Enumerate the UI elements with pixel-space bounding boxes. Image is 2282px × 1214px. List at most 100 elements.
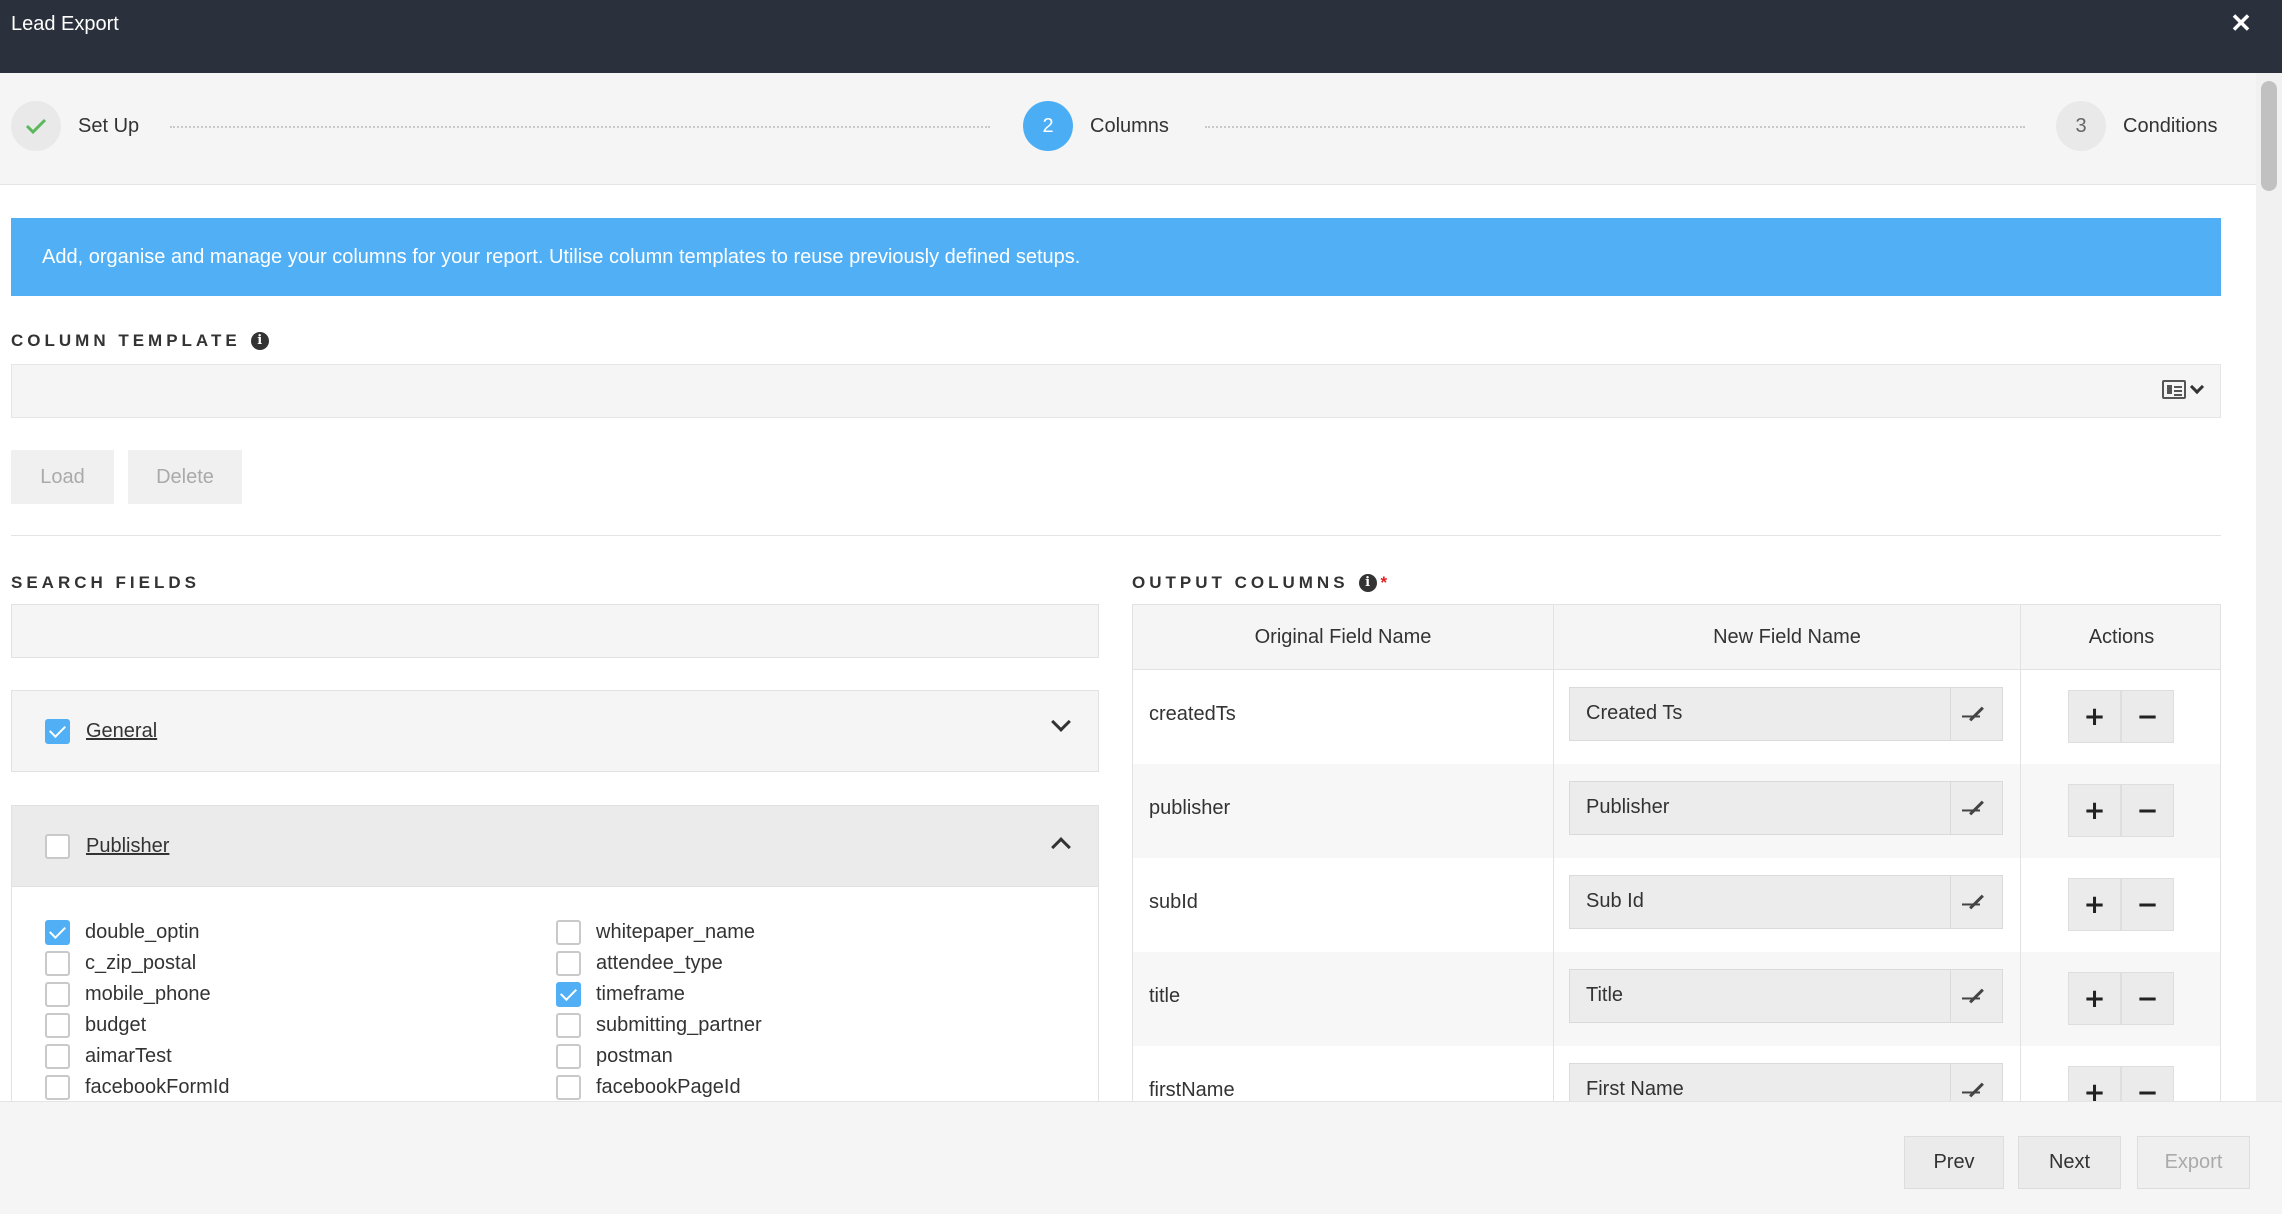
load-button[interactable]: Load [11,450,114,504]
export-button[interactable]: Export [2137,1136,2250,1189]
list-icon [2162,380,2186,399]
column-template-select[interactable] [11,364,2221,418]
info-icon[interactable]: i [1358,574,1377,592]
group-label[interactable]: General [86,720,157,743]
original-field-name: firstName [1149,1079,1235,1101]
row-actions: + − [2068,972,2174,1025]
chevron-up-icon[interactable] [1051,837,1071,857]
new-field-name-input[interactable]: Created Ts [1569,687,2003,741]
step-setup[interactable]: Set Up [11,101,139,151]
pencil-icon [1969,706,1984,722]
edit-button[interactable] [1950,970,2002,1022]
field-item[interactable]: mobile_phone [45,981,211,1007]
edit-button[interactable] [1950,1064,2002,1101]
add-row-button[interactable]: + [2068,972,2121,1025]
field-item[interactable]: double_optin [45,919,200,945]
field-checkbox[interactable] [45,981,70,1007]
edit-button[interactable] [1950,688,2002,740]
next-button[interactable]: Next [2018,1136,2121,1189]
edit-button[interactable] [1950,876,2002,928]
field-group-publisher[interactable]: Publisher [11,805,1099,887]
scrollbar-thumb[interactable] [2261,81,2277,191]
remove-row-button[interactable]: − [2121,878,2174,931]
remove-row-button[interactable]: − [2121,690,2174,743]
prev-button[interactable]: Prev [1904,1136,2004,1189]
field-item[interactable]: submitting_partner [556,1012,762,1038]
new-field-name-input[interactable]: First Name [1569,1063,2003,1101]
publisher-fields-panel: double_optin c_zip_postal mobile_phone b… [11,887,1099,1101]
select-controls [2162,379,2205,399]
delete-button[interactable]: Delete [128,450,242,504]
search-fields-label: SEARCH FIELDS [11,573,200,592]
row-actions: + − [2068,784,2174,837]
field-item[interactable]: facebookPageId [556,1074,741,1100]
row-actions: + − [2068,690,2174,743]
field-item[interactable]: whitepaper_name [556,919,755,945]
field-checkbox[interactable] [45,950,70,976]
info-icon[interactable]: i [250,332,269,350]
column-template-label: COLUMN TEMPLATE i [11,331,269,351]
step-label: Set Up [78,114,140,137]
field-checkbox[interactable] [45,1074,70,1100]
field-checkbox[interactable] [45,1043,70,1069]
field-item[interactable]: timeframe [556,981,685,1007]
field-item[interactable]: aimarTest [45,1043,172,1069]
field-checkbox[interactable] [556,981,581,1007]
check-icon [11,101,61,151]
step-conditions[interactable]: 3 Conditions [2056,101,2218,151]
new-field-name-input[interactable]: Title [1569,969,2003,1023]
field-checkbox[interactable] [556,1074,581,1100]
group-checkbox-publisher[interactable] [45,833,70,859]
remove-row-button[interactable]: − [2121,972,2174,1025]
section-divider [11,535,2221,536]
table-row: firstName First Name + − [1133,1046,2220,1101]
row-actions: + − [2068,878,2174,931]
field-checkbox[interactable] [556,1043,581,1069]
original-field-name: title [1149,985,1181,1007]
group-label[interactable]: Publisher [86,835,169,858]
step-columns[interactable]: 2 Columns [1023,101,1169,151]
chevron-down-icon[interactable] [1051,712,1071,732]
header-actions: Actions [2021,605,2220,670]
pencil-icon [1969,1082,1984,1098]
wizard-footer: Prev Next Export [0,1101,2282,1214]
remove-row-button[interactable]: − [2121,1066,2174,1101]
field-checkbox[interactable] [556,950,581,976]
output-columns-table: Original Field Name New Field Name Actio… [1132,604,2221,1101]
field-item[interactable]: budget [45,1012,146,1038]
add-row-button[interactable]: + [2068,1066,2121,1101]
add-row-button[interactable]: + [2068,690,2121,743]
add-row-button[interactable]: + [2068,784,2121,837]
wizard-stepper: Set Up 2 Columns 3 Conditions [0,73,2256,185]
column-divider [1553,605,1554,1101]
step-connector [170,126,990,128]
header-original-field: Original Field Name [1133,605,1553,670]
window-title: Lead Export [11,13,119,35]
output-columns-label: OUTPUT COLUMNS i * [1132,573,1388,592]
new-field-name-input[interactable]: Publisher [1569,781,2003,835]
field-item[interactable]: postman [556,1043,673,1069]
remove-row-button[interactable]: − [2121,784,2174,837]
step-label: Conditions [2123,114,2218,137]
field-item[interactable]: c_zip_postal [45,950,196,976]
step-number: 2 [1023,101,1073,151]
chevron-down-icon [2189,379,2205,394]
group-checkbox-general[interactable] [45,718,70,744]
new-field-name-input[interactable]: Sub Id [1569,875,2003,929]
banner-text: Add, organise and manage your columns fo… [42,245,1081,268]
field-item[interactable]: attendee_type [556,950,723,976]
field-checkbox[interactable] [45,1012,70,1038]
field-checkbox[interactable] [556,919,581,945]
info-banner: Add, organise and manage your columns fo… [11,218,2221,296]
search-fields-input[interactable] [11,604,1099,658]
edit-button[interactable] [1950,782,2002,834]
add-row-button[interactable]: + [2068,878,2121,931]
required-mark: * [1380,573,1388,592]
field-item[interactable]: facebookFormId [45,1074,230,1100]
pencil-icon [1969,894,1984,910]
field-checkbox[interactable] [45,919,70,945]
vertical-scrollbar[interactable] [2256,73,2282,1101]
close-icon[interactable]: ✕ [2228,8,2254,38]
field-group-general[interactable]: General [11,690,1099,772]
field-checkbox[interactable] [556,1012,581,1038]
